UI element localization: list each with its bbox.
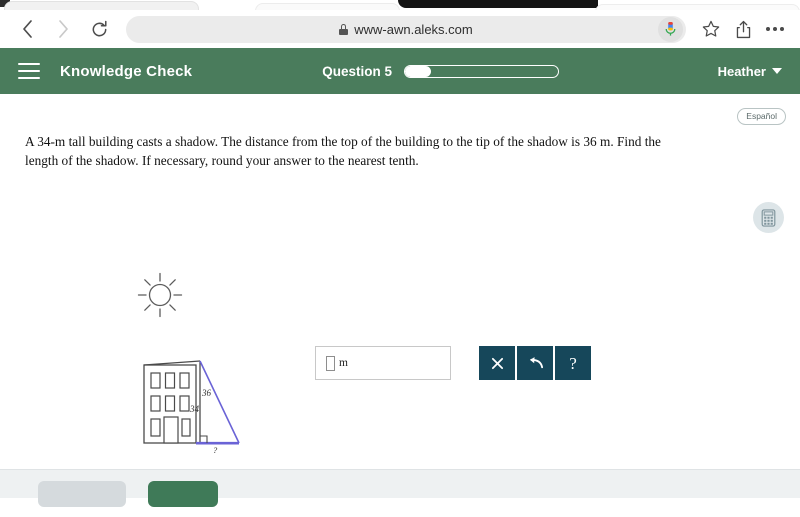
share-icon[interactable] (728, 14, 758, 44)
question-content: Español A 34-m tall building casts a sha… (0, 94, 800, 507)
question-prompt: A 34-m tall building casts a shadow. The… (25, 134, 661, 168)
hamburger-menu-icon[interactable] (18, 63, 40, 79)
browser-tab-1[interactable] (4, 1, 199, 10)
browser-tab-2[interactable] (255, 3, 400, 10)
forward-arrow-icon[interactable] (46, 14, 80, 44)
hypotenuse-label: 36 (202, 388, 211, 398)
question-counter: Question 5 (322, 63, 392, 79)
footer-bar (0, 469, 800, 507)
star-icon[interactable] (696, 14, 726, 44)
answer-input[interactable]: m (315, 346, 451, 380)
answer-value-box (326, 355, 335, 371)
primary-action-button[interactable] (148, 481, 218, 507)
back-arrow-icon[interactable] (10, 14, 44, 44)
address-bar-content: www-awn.aleks.com (339, 21, 473, 37)
progress-bar-fill (404, 65, 431, 77)
undo-button[interactable] (517, 346, 553, 380)
app-header: Knowledge Check Question 5 Heather (0, 48, 800, 94)
answer-unit-label: m (339, 357, 348, 369)
more-options-icon[interactable] (760, 14, 790, 44)
browser-toolbar: www-awn.aleks.com (0, 10, 800, 48)
address-bar[interactable]: www-awn.aleks.com (126, 15, 686, 43)
microphone-icon[interactable] (658, 16, 683, 42)
page-title: Knowledge Check (60, 62, 193, 80)
browser-tab-active-dark[interactable] (398, 0, 598, 8)
espanol-toggle[interactable]: Español (737, 108, 786, 125)
help-button[interactable]: ? (555, 346, 591, 380)
progress-bar (403, 64, 559, 78)
answer-entry-row: m ? (315, 346, 591, 380)
chevron-down-icon (772, 68, 782, 74)
answer-tool-group: ? (479, 346, 591, 380)
shadow-label: ? (213, 445, 218, 455)
user-menu-label: Heather (717, 63, 766, 79)
browser-chrome: www-awn.aleks.com (0, 0, 800, 48)
browser-tab-3[interactable] (595, 4, 800, 10)
tab-strip (0, 0, 800, 10)
user-menu[interactable]: Heather (718, 64, 782, 79)
calculator-icon[interactable] (753, 202, 784, 233)
lock-icon (339, 23, 349, 35)
sun-icon (137, 272, 183, 318)
height-label: 34 (190, 404, 199, 414)
address-bar-url: www-awn.aleks.com (354, 21, 473, 37)
building-shadow-diagram: 36 34 ? (140, 359, 250, 455)
clear-button[interactable] (479, 346, 515, 380)
secondary-action-button[interactable] (38, 481, 126, 507)
reload-icon[interactable] (82, 14, 116, 44)
